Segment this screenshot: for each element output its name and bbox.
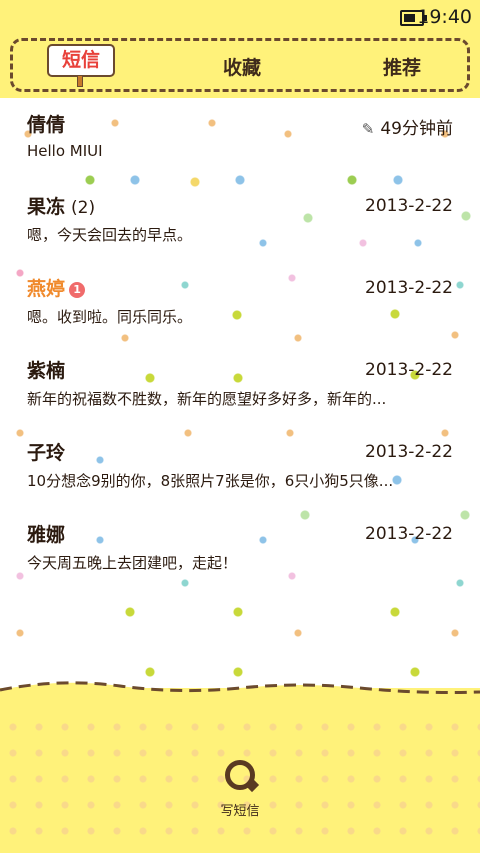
message-time-text: 49分钟前 (380, 119, 453, 139)
conversation-item[interactable]: 燕婷 1 2013-2-22 嗯。收到啦。同乐同乐。 (0, 268, 480, 350)
pencil-icon: ✎ (361, 120, 375, 138)
wave-border (0, 681, 480, 708)
message-time: 2013-2-22 (365, 524, 453, 544)
message-preview: 新年的祝福数不胜数，新年的愿望好多好多，新年的... (27, 390, 387, 408)
tab-recommended[interactable]: 推荐 (383, 53, 421, 80)
compose-label: 写短信 (220, 804, 260, 819)
message-time: 2013-2-22 (365, 278, 453, 298)
bottom-bar: 写短信 (0, 681, 480, 853)
message-list: 倩倩 ✎ 49分钟前 Hello MIUI 果冻 (2) 2013-2-22 嗯，今… (0, 104, 480, 596)
chat-bubble-icon (225, 760, 255, 790)
contact-name: 子玲 (27, 442, 66, 464)
status-bar: 19:40 (0, 0, 480, 34)
tab-frame: 短信 收藏 推荐 (10, 38, 470, 92)
message-preview: Hello MIUI (27, 142, 103, 160)
message-time: 2013-2-22 (365, 360, 453, 380)
message-time: 2013-2-22 (365, 442, 453, 462)
compose-button[interactable]: 写短信 (215, 760, 265, 819)
conversation-item[interactable]: 雅娜 2013-2-22 今天周五晚上去团建吧，走起！ (0, 514, 480, 596)
tab-header: 短信 收藏 推荐 (0, 34, 480, 98)
contact-name: 紫楠 (27, 360, 66, 382)
message-time: 2013-2-22 (365, 196, 453, 216)
message-preview: 嗯，今天会回去的早点。 (27, 226, 193, 244)
contact-name: 倩倩 (27, 114, 66, 136)
status-clock: 19:40 (417, 6, 472, 28)
conversation-item[interactable]: 倩倩 ✎ 49分钟前 Hello MIUI (0, 104, 480, 186)
conversation-item[interactable]: 果冻 (2) 2013-2-22 嗯，今天会回去的早点。 (0, 186, 480, 268)
message-preview: 嗯。收到啦。同乐同乐。 (27, 308, 193, 326)
unread-badge: 1 (69, 281, 86, 298)
conversation-item[interactable]: 紫楠 2013-2-22 新年的祝福数不胜数，新年的愿望好多好多，新年的... (0, 350, 480, 432)
tab-sms[interactable]: 短信 (47, 44, 115, 87)
contact-name: 燕婷 1 (27, 274, 86, 301)
contact-name: 雅娜 (27, 524, 66, 546)
contact-name-text: 燕婷 (27, 278, 66, 300)
message-count: (2) (71, 198, 96, 218)
tab-favorites[interactable]: 收藏 (223, 53, 261, 80)
message-preview: 今天周五晚上去团建吧，走起！ (27, 554, 238, 572)
conversation-item[interactable]: 子玲 2013-2-22 10分想念9别的你，8张照片7张是你，6只小狗5只像.… (0, 432, 480, 514)
contact-name: 果冻 (2) (27, 192, 95, 219)
message-time: ✎ 49分钟前 (362, 114, 453, 139)
contact-name-text: 果冻 (27, 196, 66, 218)
message-preview: 10分想念9别的你，8张照片7张是你，6只小狗5只像... (27, 472, 394, 490)
